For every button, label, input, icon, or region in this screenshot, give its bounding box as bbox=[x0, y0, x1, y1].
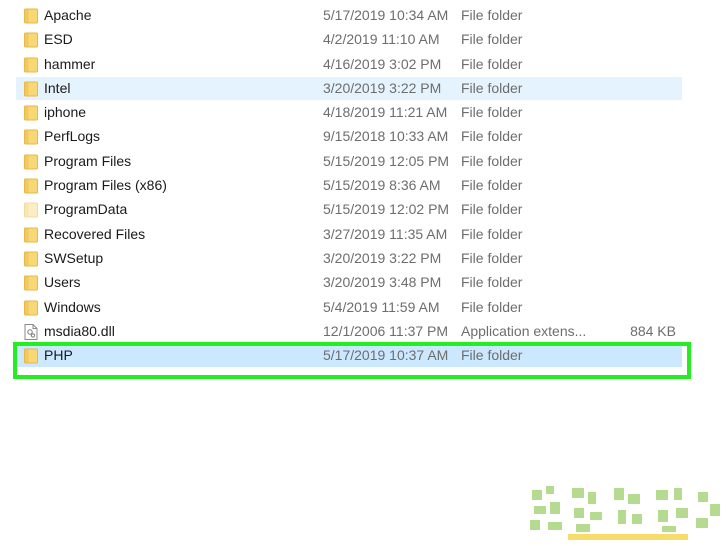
folder-icon bbox=[24, 177, 38, 194]
file-name: Apache bbox=[44, 7, 92, 23]
file-type: File folder bbox=[461, 7, 523, 23]
folder-icon bbox=[24, 7, 38, 24]
folder-icon bbox=[24, 250, 38, 267]
file-date-modified: 5/15/2019 12:02 PM bbox=[323, 201, 450, 218]
file-date-modified: 5/15/2019 8:36 AM bbox=[323, 177, 441, 194]
file-date-modified: 4/16/2019 3:02 PM bbox=[323, 55, 442, 72]
file-name: Users bbox=[44, 274, 81, 291]
file-row[interactable]: Users 3/20/2019 3:48 PM File folder bbox=[0, 270, 728, 294]
file-row[interactable]: ProgramData 5/15/2019 12:02 PM File folder bbox=[0, 197, 728, 221]
file-row[interactable]: PHP 5/17/2019 10:37 AM File folder bbox=[0, 343, 728, 368]
file-row[interactable]: iphone 4/18/2019 11:21 AM File folder bbox=[0, 100, 728, 124]
file-type: File folder bbox=[461, 152, 523, 169]
file-date-modified: 4/18/2019 11:21 AM bbox=[323, 104, 448, 121]
file-row[interactable]: SWSetup 3/20/2019 3:22 PM File folder bbox=[0, 246, 728, 270]
file-row[interactable]: Program Files 5/15/2019 12:05 PM File fold… bbox=[0, 149, 728, 173]
file-row[interactable]: Apache 5/17/2019 10:34 AM File folder bbox=[0, 3, 728, 27]
file-date-modified: 3/27/2019 11:35 AM bbox=[323, 225, 448, 242]
folder-icon bbox=[24, 153, 38, 170]
file-row[interactable]: Recovered Files 3/27/2019 11:35 AM File fo… bbox=[0, 222, 728, 246]
file-name: PHP bbox=[44, 347, 73, 364]
file-size: 884 KB bbox=[630, 322, 676, 339]
file-name: Program Files (x86) bbox=[44, 177, 167, 194]
file-type: File folder bbox=[461, 128, 523, 145]
file-type: File folder bbox=[461, 201, 523, 218]
file-name: ESD bbox=[44, 31, 73, 48]
watermark-logo bbox=[530, 486, 720, 540]
file-row[interactable]: msdia80.dll 12/1/2006 11:37 PM Application… bbox=[0, 319, 728, 343]
file-name: Recovered Files bbox=[44, 225, 146, 242]
file-type: File folder bbox=[461, 79, 523, 96]
folder-icon bbox=[24, 226, 38, 243]
file-row[interactable]: Windows 5/4/2019 11:59 AM File folder bbox=[0, 295, 728, 319]
file-name: Program Files bbox=[44, 152, 132, 169]
file-type: File folder bbox=[461, 55, 523, 72]
folder-icon bbox=[24, 56, 38, 73]
hidden-folder-icon bbox=[24, 201, 38, 218]
file-type: Application extens... bbox=[461, 322, 587, 339]
file-name: ProgramData bbox=[44, 201, 128, 218]
file-date-modified: 5/4/2019 11:59 AM bbox=[323, 298, 440, 315]
file-date-modified: 4/2/2019 11:10 AM bbox=[323, 31, 440, 48]
file-list: Apache 5/17/2019 10:34 AM File folder ESD 4/… bbox=[0, 3, 728, 368]
file-date-modified: 5/15/2019 12:05 PM bbox=[323, 152, 450, 169]
file-type: File folder bbox=[461, 225, 523, 242]
folder-icon bbox=[24, 274, 38, 291]
file-type: File folder bbox=[461, 177, 523, 194]
file-date-modified: 9/15/2018 10:33 AM bbox=[323, 128, 449, 145]
file-type: File folder bbox=[461, 31, 523, 48]
file-name: msdia80.dll bbox=[44, 322, 115, 339]
file-row[interactable]: PerfLogs 9/15/2018 10:33 AM File folder bbox=[0, 124, 728, 148]
file-type: File folder bbox=[461, 249, 523, 266]
file-row[interactable]: ESD 4/2/2019 11:10 AM File folder bbox=[0, 27, 728, 51]
folder-icon bbox=[24, 104, 38, 121]
folder-icon bbox=[24, 128, 38, 145]
folder-icon bbox=[24, 299, 38, 316]
file-name: SWSetup bbox=[44, 249, 104, 266]
file-type: File folder bbox=[461, 298, 523, 315]
file-date-modified: 3/20/2019 3:48 PM bbox=[323, 274, 442, 291]
file-row[interactable]: hammer 4/16/2019 3:02 PM File folder bbox=[0, 52, 728, 76]
file-date-modified: 5/17/2019 10:37 AM bbox=[323, 347, 449, 364]
file-name: Windows bbox=[44, 298, 101, 315]
folder-icon bbox=[24, 31, 38, 48]
file-name: PerfLogs bbox=[44, 128, 101, 145]
file-date-modified: 5/17/2019 10:34 AM bbox=[323, 7, 449, 23]
file-explorer-content: Apache 5/17/2019 10:34 AM File folder ESD 4/… bbox=[0, 0, 728, 546]
dll-file-icon bbox=[24, 323, 38, 340]
file-name: iphone bbox=[44, 104, 87, 121]
file-name: Intel bbox=[44, 79, 71, 96]
file-date-modified: 3/20/2019 3:22 PM bbox=[323, 79, 442, 96]
file-type: File folder bbox=[461, 274, 523, 291]
file-row[interactable]: Intel 3/20/2019 3:22 PM File folder bbox=[0, 76, 728, 100]
file-type: File folder bbox=[461, 347, 523, 364]
file-date-modified: 3/20/2019 3:22 PM bbox=[323, 249, 442, 266]
folder-icon bbox=[24, 80, 38, 97]
file-date-modified: 12/1/2006 11:37 PM bbox=[323, 322, 449, 339]
file-type: File folder bbox=[461, 104, 523, 121]
folder-icon bbox=[24, 347, 38, 364]
file-row[interactable]: Program Files (x86) 5/15/2019 8:36 AM File… bbox=[0, 173, 728, 197]
file-name: hammer bbox=[44, 55, 96, 72]
